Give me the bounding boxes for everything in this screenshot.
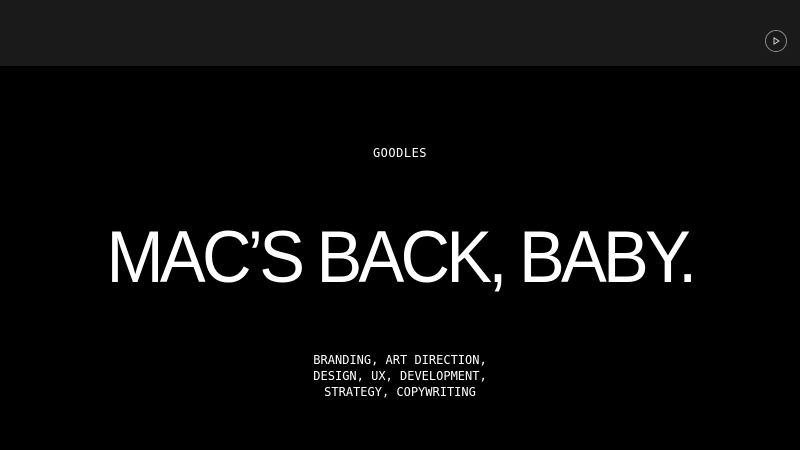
client-name: GOODLES	[372, 146, 428, 160]
services-line: STRATEGY, COPYWRITING	[324, 385, 476, 399]
headline: MAC’S BACK, BABY.	[106, 217, 698, 298]
services-line: BRANDING, ART DIRECTION,	[313, 353, 487, 367]
top-bar	[0, 0, 800, 66]
play-button[interactable]	[765, 30, 787, 52]
hero-section: GOODLES MAC’S BACK, BABY. BRANDING, ART …	[0, 66, 800, 450]
services-list: BRANDING, ART DIRECTION, DESIGN, UX, DEV…	[0, 352, 800, 400]
page: GOODLES MAC’S BACK, BABY. BRANDING, ART …	[0, 0, 800, 450]
play-icon	[771, 36, 781, 46]
services-line: DESIGN, UX, DEVELOPMENT,	[313, 369, 487, 383]
